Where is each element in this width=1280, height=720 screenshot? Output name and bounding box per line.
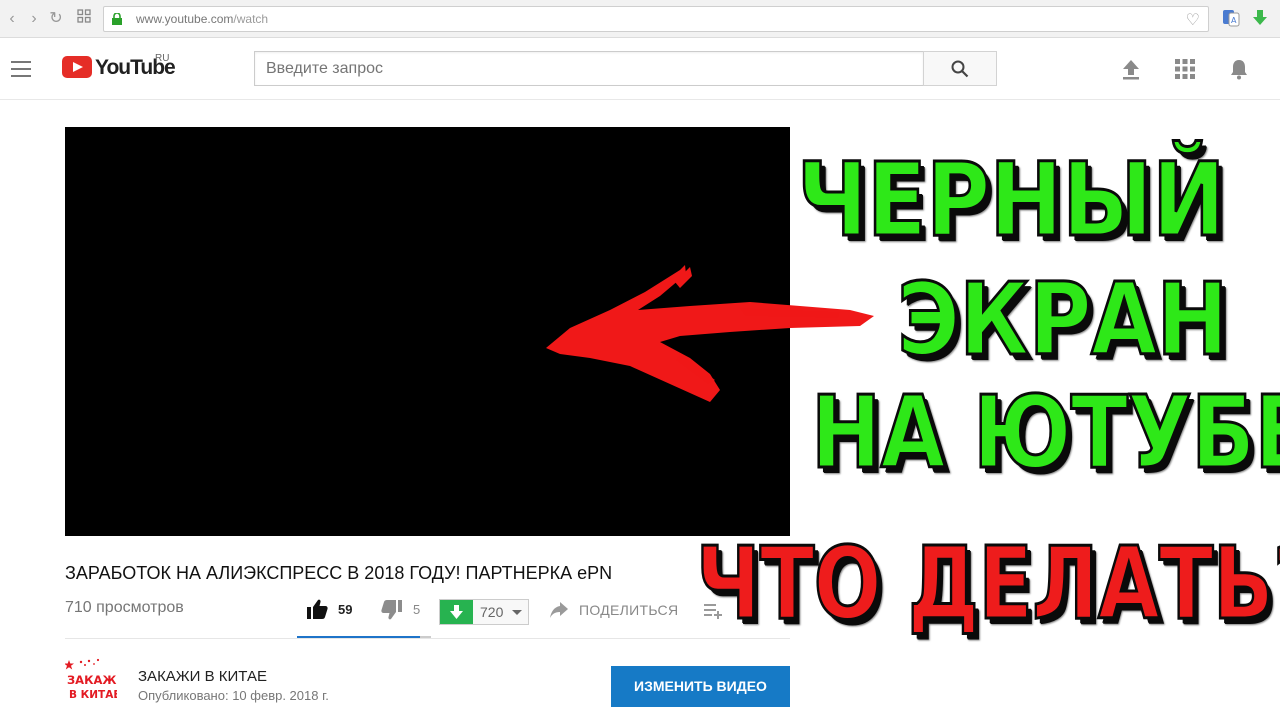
chevron-down-icon[interactable] [512,610,522,615]
browser-toolbar: ‹ › ↻ www.youtube.com/watch ♡ A [0,0,1280,38]
search-button[interactable] [923,51,997,86]
download-quality[interactable]: 720 [480,604,503,620]
download-widget[interactable]: 720 [439,599,529,625]
address-bar[interactable]: www.youtube.com/watch ♡ [103,6,1209,32]
overlay-text-line2: ЭКРАН [896,261,1230,378]
view-count: 710 просмотров [65,599,184,616]
url-text: www.youtube.com/watch [136,12,269,26]
reload-icon[interactable]: ↻ [46,9,66,29]
overlay-text-line3: НА ЮТУБЕ [810,374,1280,491]
upload-icon[interactable] [1120,58,1142,80]
publish-date: Опубликовано: 10 февр. 2018 г. [138,688,329,703]
youtube-header: YouTube RU [0,38,1280,100]
channel-name[interactable]: ЗАКАЖИ В КИТАЕ [138,668,267,685]
dislike-count: 5 [413,602,421,617]
svg-text:ЗАКАЖИ: ЗАКАЖИ [67,673,117,687]
divider [65,638,790,639]
thumbs-down-icon[interactable] [381,599,403,621]
svg-text:A: A [1231,16,1237,25]
youtube-play-icon [62,56,92,78]
download-button[interactable] [440,600,473,624]
search-input[interactable] [254,51,924,86]
overlay-text-line4: ЧТО ДЕЛАТЬ? [695,525,1280,642]
logo-region: RU [155,53,170,64]
edit-video-button[interactable]: ИЗМЕНИТЬ ВИДЕО [611,666,790,707]
heart-icon[interactable]: ♡ [1186,10,1200,30]
channel-avatar[interactable]: ЗАКАЖИ В КИТАЕ [65,658,117,704]
download-extension-icon[interactable] [1251,9,1269,27]
like-count: 59 [338,602,353,617]
lock-icon [112,13,122,25]
apps-icon[interactable] [1174,58,1196,80]
share-button[interactable]: ПОДЕЛИТЬСЯ [579,602,678,618]
apps-grid-icon[interactable] [74,9,94,29]
translate-extension-icon[interactable]: A [1222,9,1240,27]
search-icon [951,60,969,78]
back-arrow-icon[interactable]: ‹ [2,9,22,29]
thumbs-up-icon[interactable] [306,598,328,620]
menu-icon[interactable] [11,61,31,77]
download-arrow-icon [450,605,463,619]
overlay-text-line1: ЧЕРНЫЙ [796,141,1227,260]
video-title: ЗАРАБОТОК НА АЛИЭКСПРЕСС В 2018 ГОДУ! ПА… [65,563,613,583]
svg-text:В КИТАЕ: В КИТАЕ [69,689,117,701]
share-icon[interactable] [549,601,569,619]
bell-icon[interactable] [1228,58,1250,80]
forward-arrow-icon[interactable]: › [24,9,44,29]
